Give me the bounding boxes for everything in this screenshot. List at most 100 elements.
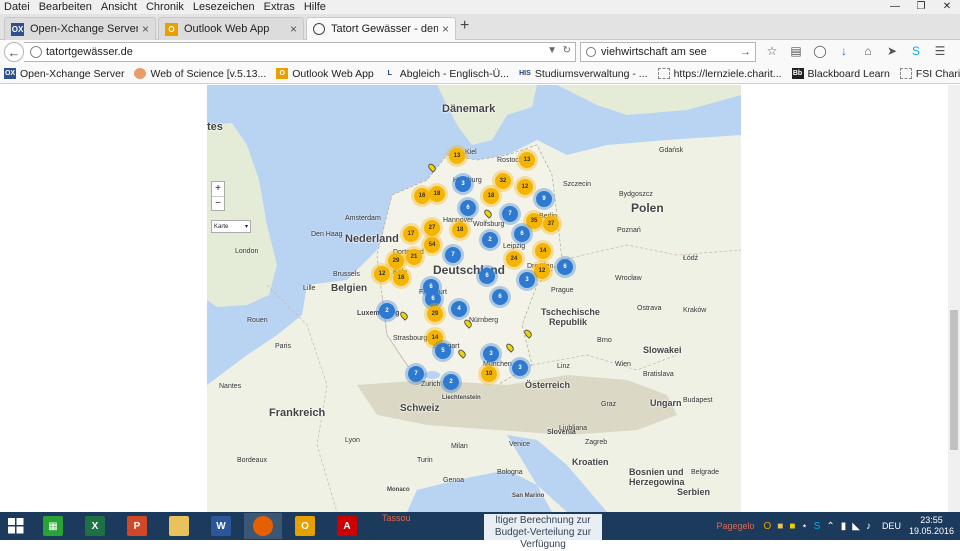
menu-icon[interactable]: ☰ <box>928 44 952 58</box>
bookmark-fsi[interactable]: FSI Charité Berlin <box>899 68 960 80</box>
pocket-icon[interactable]: ◯ <box>808 44 832 58</box>
close-icon[interactable]: × <box>142 22 149 36</box>
map-cluster-marker[interactable]: 3 <box>483 346 499 362</box>
map-cluster-marker[interactable]: 12 <box>517 179 533 195</box>
map-cluster-marker[interactable]: 7 <box>445 247 461 263</box>
scrollbar-thumb[interactable] <box>950 310 958 450</box>
map-cluster-marker[interactable]: 6 <box>460 200 476 216</box>
map-cluster-marker[interactable]: 4 <box>451 301 467 317</box>
page-scrollbar[interactable] <box>948 85 960 512</box>
skype-icon[interactable]: S <box>904 44 928 58</box>
outlook-icon[interactable]: O <box>764 521 772 532</box>
map-cluster-marker[interactable]: 6 <box>479 268 495 284</box>
bookmark-open-xchange[interactable]: OX Open-Xchange Server <box>4 68 124 80</box>
taskbar-acrobat[interactable]: A <box>328 513 366 539</box>
map-cluster-marker[interactable]: 2 <box>443 374 459 390</box>
bookmark-leo[interactable]: L Abgleich - Englisch-Ü... <box>384 68 509 80</box>
map-cluster-marker[interactable]: 10 <box>481 366 497 382</box>
map-cluster-marker[interactable]: 21 <box>406 249 422 265</box>
map-cluster-marker[interactable]: 14 <box>535 243 551 259</box>
map-cluster-marker[interactable]: 6 <box>492 289 508 305</box>
menu-bearbeiten[interactable]: Bearbeiten <box>35 1 97 13</box>
windows-start-button[interactable] <box>0 512 32 540</box>
taskbar-explorer[interactable] <box>160 513 198 539</box>
tab-outlook[interactable]: O Outlook Web App × <box>158 17 304 40</box>
restore-icon[interactable]: ❐ <box>908 0 934 14</box>
zoom-out-button[interactable]: − <box>212 196 224 210</box>
map-cluster-marker[interactable]: 9 <box>536 191 552 207</box>
close-icon[interactable]: × <box>442 22 449 36</box>
menu-hilfe[interactable]: Hilfe <box>300 1 331 13</box>
bookmark-list-icon[interactable]: ▤ <box>784 44 808 58</box>
map-cluster-marker[interactable]: 6 <box>425 291 441 307</box>
map-cluster-marker[interactable]: 13 <box>519 152 535 168</box>
menu-lesezeichen[interactable]: Lesezeichen <box>189 1 260 13</box>
tab-tatort[interactable]: Tatort Gewässer - dem CO₂... × <box>306 17 456 40</box>
map-cluster-marker[interactable]: 3 <box>512 360 528 376</box>
map-cluster-marker[interactable]: 54 <box>424 237 440 253</box>
bookmark-outlook[interactable]: O Outlook Web App <box>276 68 374 80</box>
folder-icon[interactable]: ■ <box>777 521 783 532</box>
map-cluster-marker[interactable]: 37 <box>543 216 559 232</box>
taskbar-powerpoint[interactable]: P <box>118 513 156 539</box>
taskbar-firefox[interactable] <box>244 513 282 539</box>
map-cluster-marker[interactable]: 12 <box>374 266 390 282</box>
taskbar-excel[interactable]: X <box>76 513 114 539</box>
map-cluster-marker[interactable]: 18 <box>429 186 445 202</box>
map-cluster-marker[interactable]: 7 <box>408 366 424 382</box>
map-cluster-marker[interactable]: 16 <box>414 188 430 204</box>
zoom-in-button[interactable]: + <box>212 182 224 196</box>
wifi-icon[interactable]: ◣ <box>852 521 860 532</box>
map-cluster-marker[interactable]: 6 <box>514 226 530 242</box>
volume-icon[interactable]: ♪ <box>866 521 871 532</box>
language-indicator[interactable]: DEU <box>882 521 901 531</box>
chevron-up-icon[interactable]: ⌃ <box>826 521 834 532</box>
bookmark-lernziele[interactable]: https://lernziele.charit... <box>657 68 782 80</box>
search-input[interactable]: viehwirtschaft am see → <box>580 42 756 62</box>
menu-ansicht[interactable]: Ansicht <box>97 1 142 13</box>
map-cluster-marker[interactable]: 2 <box>482 232 498 248</box>
close-icon[interactable]: × <box>290 22 297 36</box>
close-window-icon[interactable]: ✕ <box>934 0 960 14</box>
note-icon[interactable]: ■ <box>789 521 795 532</box>
minimize-icon[interactable]: — <box>882 0 908 14</box>
bookmark-web-of-science[interactable]: Web of Science [v.5.13... <box>134 68 266 80</box>
url-bar[interactable]: tatortgewässer.de ▼ ↻ <box>24 42 576 62</box>
bookmark-studiumsverwaltung[interactable]: HIS Studiumsverwaltung - ... <box>519 68 647 80</box>
map-cluster-marker[interactable]: 18 <box>452 222 468 238</box>
map-cluster-marker[interactable]: 12 <box>534 263 550 279</box>
back-button[interactable]: ← <box>4 42 24 62</box>
tab-open-xchange[interactable]: OX Open-Xchange Server × <box>4 17 156 40</box>
skype-icon[interactable]: S <box>814 521 821 532</box>
reload-icon[interactable]: ▼ ↻ <box>547 45 571 56</box>
bookmark-blackboard[interactable]: Bb Blackboard Learn <box>791 68 890 80</box>
map-cluster-marker[interactable]: 7 <box>502 206 518 222</box>
bookmark-star-icon[interactable]: ☆ <box>760 44 784 58</box>
clock[interactable]: 23:55 19.05.2016 <box>909 515 954 537</box>
bluetooth-icon[interactable]: ⋆ <box>801 521 807 532</box>
map-cluster-marker[interactable]: 29 <box>427 306 443 322</box>
battery-icon[interactable]: ▮ <box>841 521 847 532</box>
map-type-select[interactable]: Karte ▾ <box>211 220 251 233</box>
map-cluster-marker[interactable]: 35 <box>526 213 542 229</box>
menu-extras[interactable]: Extras <box>260 1 300 13</box>
menu-chronik[interactable]: Chronik <box>142 1 189 13</box>
taskbar-app-store[interactable]: ▦ <box>34 513 72 539</box>
map-cluster-marker[interactable]: 27 <box>424 220 440 236</box>
map-cluster-marker[interactable]: 18 <box>483 188 499 204</box>
map-cluster-marker[interactable]: 32 <box>495 173 511 189</box>
home-icon[interactable]: ⌂ <box>856 44 880 58</box>
map-cluster-marker[interactable]: 16 <box>393 270 409 286</box>
map-cluster-marker[interactable]: 3 <box>455 176 471 192</box>
map-cluster-marker[interactable]: 6 <box>557 259 573 275</box>
new-tab-button[interactable]: + <box>460 17 469 35</box>
menu-datei[interactable]: Datei <box>0 1 35 13</box>
map-cluster-marker[interactable]: 17 <box>403 226 419 242</box>
map[interactable]: Dänemark tes Nederland Deutschland Polen… <box>207 85 741 512</box>
map-cluster-marker[interactable]: 5 <box>435 343 451 359</box>
map-cluster-marker[interactable]: 24 <box>506 251 522 267</box>
send-icon[interactable]: ➤ <box>880 44 904 58</box>
map-cluster-marker[interactable]: 13 <box>449 148 465 164</box>
search-go-icon[interactable]: → <box>740 46 751 58</box>
download-icon[interactable]: ↓ <box>832 44 856 58</box>
